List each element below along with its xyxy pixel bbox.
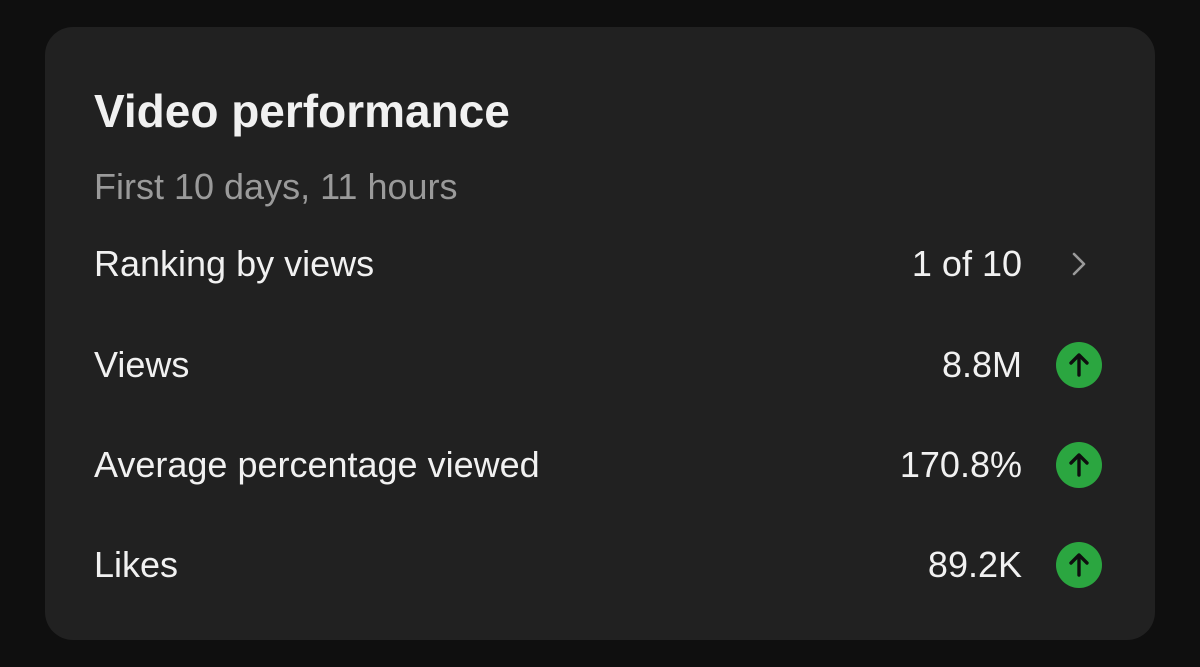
- avg-percentage-label: Average percentage viewed: [94, 444, 540, 485]
- card-title: Video performance: [94, 85, 510, 137]
- up-arrow-icon: [1056, 542, 1102, 588]
- ranking-row[interactable]: Ranking by views 1 of 10: [94, 234, 1102, 294]
- up-arrow-icon: [1056, 342, 1102, 388]
- avg-percentage-value: 170.8%: [899, 444, 1022, 485]
- likes-label: Likes: [94, 544, 179, 585]
- card-subtitle: First 10 days, 11 hours: [94, 166, 458, 207]
- video-performance-card: Video performance First 10 days, 11 hour…: [45, 27, 1155, 640]
- chevron-right-icon[interactable]: [1056, 241, 1102, 287]
- ranking-value: 1 of 10: [911, 243, 1022, 284]
- likes-value: 89.2K: [927, 544, 1022, 585]
- views-value: 8.8M: [941, 344, 1022, 385]
- likes-row: Likes 89.2K: [94, 535, 1102, 595]
- up-arrow-icon: [1056, 442, 1102, 488]
- views-label: Views: [94, 344, 190, 385]
- avg-percentage-row: Average percentage viewed 170.8%: [94, 435, 1102, 495]
- ranking-label: Ranking by views: [94, 243, 375, 284]
- views-row: Views 8.8M: [94, 335, 1102, 395]
